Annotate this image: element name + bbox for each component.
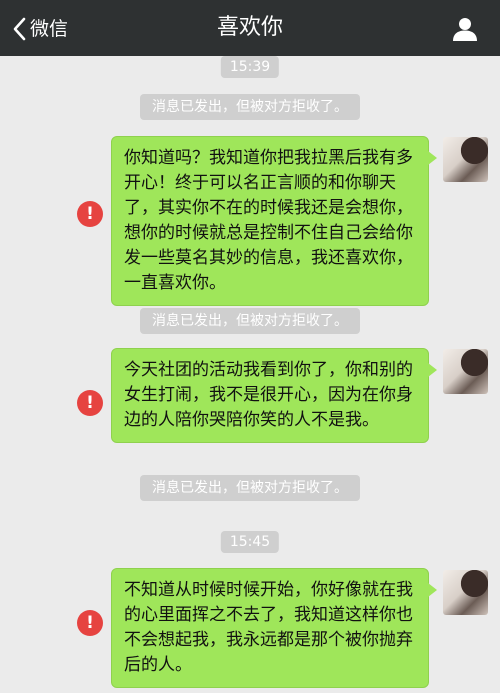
avatar[interactable] [443, 570, 488, 615]
avatar[interactable] [443, 137, 488, 182]
exclamation-circle-icon[interactable]: ! [77, 610, 103, 636]
avatar[interactable] [443, 349, 488, 394]
system-message: 消息已发出，但被对方拒收了。 [140, 94, 360, 120]
chat-title: 喜欢你 [216, 15, 283, 40]
system-message: 消息已发出，但被对方拒收了。 [140, 475, 360, 501]
person-icon[interactable] [452, 16, 478, 42]
timestamp: 15:45 [220, 531, 280, 553]
system-message: 消息已发出，但被对方拒收了。 [140, 308, 360, 334]
message-bubble[interactable]: 你知道吗？我知道你把我拉黑后我有多开心！终于可以名正言顺的和你聊天了，其实你不在… [111, 136, 437, 306]
timestamp: 15:39 [220, 56, 280, 78]
message-bubble[interactable]: 今天社团的活动我看到你了，你和别的女生打闹，我不是很开心，因为在你身边的人陪你哭… [111, 348, 437, 443]
message-bubble[interactable]: 不知道从时候时候开始，你好像就在我的心里面挥之不去了，我知道这样你也不会想起我，… [111, 568, 437, 688]
exclamation-circle-icon[interactable]: ! [77, 390, 103, 416]
exclamation-circle-icon[interactable]: ! [77, 201, 103, 227]
navbar: 微信 喜欢你 [0, 0, 500, 56]
